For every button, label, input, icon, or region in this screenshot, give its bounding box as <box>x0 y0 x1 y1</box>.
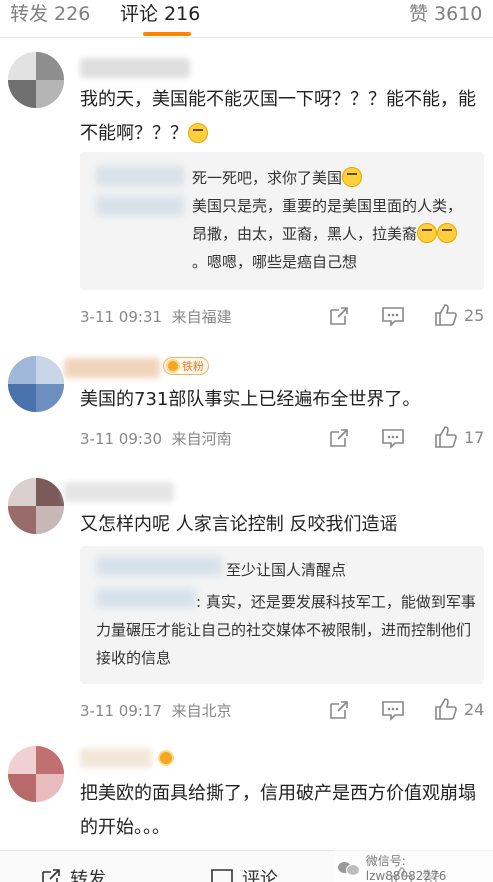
reply-username-blurred <box>96 556 222 576</box>
share-button[interactable] <box>328 305 350 327</box>
tab-repost[interactable]: 转发 226 <box>10 2 90 26</box>
like-count: 17 <box>464 427 485 447</box>
comment-icon <box>211 869 233 882</box>
wechat-watermark: 微信号: lzw88082276 <box>334 850 493 882</box>
avatar[interactable] <box>8 746 64 802</box>
fan-badge: 铁粉 <box>163 357 209 375</box>
comment-icon <box>382 307 404 327</box>
comment-location: 来自河南 <box>171 430 232 448</box>
comment-meta: 3-11 09:17 来自北京 <box>80 700 232 721</box>
comment-time: 3-11 09:30 <box>80 430 163 448</box>
cat-emoji-icon <box>417 223 438 243</box>
reply-button[interactable] <box>381 427 405 449</box>
comment-text: 把美欧的面具给撕了，信用破产是西方价值观崩塌的开始。。。 <box>80 783 476 838</box>
thumbs-up-icon <box>435 698 457 720</box>
username-blurred[interactable] <box>64 358 160 378</box>
comment-time: 3-11 09:31 <box>80 308 163 326</box>
like-button[interactable]: 24 <box>434 697 484 721</box>
like-count: 25 <box>464 305 485 325</box>
crying-emoji-icon <box>188 123 208 143</box>
comment-text: 我的天，美国能不能灭国一下呀？？？能不能，能不能啊？？？ <box>80 89 476 144</box>
medal-icon <box>158 750 174 766</box>
reply-line: 死一死吧，求你了美国 <box>192 164 363 192</box>
comment-icon <box>382 429 404 449</box>
comment-meta: 3-11 09:30 来自河南 <box>80 428 232 449</box>
like-count: 24 <box>464 699 485 719</box>
avatar[interactable] <box>8 478 64 534</box>
bottom-comment-button[interactable]: 评论 <box>210 865 278 882</box>
like-button[interactable]: 17 <box>434 425 484 449</box>
reply-box[interactable]: 死一死吧，求你了美国 美国只是壳，重要的是美国里面的人类，昂撒，由太，亚裔，黑人… <box>80 152 484 290</box>
thumbs-up-icon <box>435 426 457 448</box>
comment-location: 来自北京 <box>171 702 232 720</box>
like-button[interactable]: 25 <box>434 303 484 327</box>
reply-button[interactable] <box>381 305 405 327</box>
active-tab-indicator <box>143 32 191 36</box>
share-icon <box>330 307 348 325</box>
repost-icon <box>42 869 60 882</box>
reply-username-blurred <box>96 196 184 216</box>
comment-text: 美国的731部队事实上已经遍布全世界了。 <box>80 389 421 410</box>
share-button[interactable] <box>328 699 350 721</box>
thumbs-up-icon <box>435 304 457 326</box>
avatar[interactable] <box>8 356 64 412</box>
wechat-icon <box>338 860 360 876</box>
comment-icon <box>382 701 404 721</box>
bottom-repost-button[interactable]: 转发 <box>40 865 106 882</box>
tab-likes[interactable]: 赞 3610 <box>409 2 482 26</box>
share-button[interactable] <box>328 427 350 449</box>
reply-box[interactable]: 至少让国人清醒点 : 真实，还是要发展科技军工，能做到军事力量碾压才能让自己的社… <box>80 546 484 684</box>
comment-time: 3-11 09:17 <box>80 702 163 720</box>
comment-meta: 3-11 09:31 来自福建 <box>80 306 232 327</box>
cat-emoji-icon <box>437 223 458 243</box>
comment-location: 来自福建 <box>171 308 232 326</box>
share-icon <box>330 429 348 447</box>
medal-icon <box>166 359 180 373</box>
reply-line: 美国只是壳，重要的是美国里面的人类，昂撒，由太，亚裔，黑人，拉美裔。嗯嗯，哪些是… <box>192 197 463 271</box>
tab-bar: 转发 226 评论 216 赞 3610 <box>0 0 493 38</box>
username-blurred[interactable] <box>80 748 152 768</box>
comment-text: 又怎样内呢 人家言论控制 反咬我们造谣 <box>80 514 398 535</box>
username-blurred[interactable] <box>80 58 190 78</box>
tab-comments[interactable]: 评论 216 <box>120 2 200 26</box>
avatar[interactable] <box>8 52 64 108</box>
smile-emoji-icon <box>342 167 363 187</box>
reply-line: : 真实，还是要发展科技军工，能做到军事力量碾压才能让自己的社交媒体不被限制，进… <box>96 593 476 667</box>
reply-username-blurred <box>96 166 184 186</box>
username-blurred[interactable] <box>64 482 174 502</box>
share-icon <box>330 701 348 719</box>
reply-button[interactable] <box>381 699 405 721</box>
reply-line: 至少让国人清醒点 <box>226 561 347 579</box>
